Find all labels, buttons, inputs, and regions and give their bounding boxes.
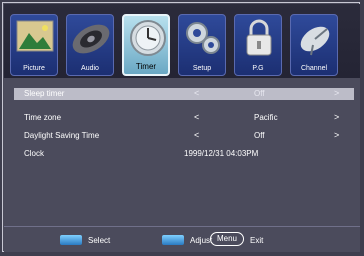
tab-setup[interactable]: Setup	[178, 14, 226, 76]
menu-key-label: Menu	[216, 234, 237, 243]
setting-label: Time zone	[24, 113, 62, 122]
prev-arrow-icon[interactable]: <	[194, 88, 199, 98]
setting-label: Daylight Saving Time	[24, 131, 100, 140]
settings-panel: Sleep timer < Off > Time zone < Pacific …	[4, 78, 360, 226]
select-arrows-icon	[60, 235, 82, 245]
setting-value: Off	[254, 89, 265, 98]
setting-value: Off	[254, 131, 265, 140]
footer-hints: Select Adjust Menu Exit	[4, 226, 360, 252]
tab-label: P.G	[252, 65, 264, 72]
tab-timer[interactable]: Timer	[122, 14, 170, 76]
timer-icon	[130, 20, 166, 56]
setting-label: Sleep timer	[24, 89, 65, 98]
setting-row-time-zone[interactable]: Time zone < Pacific >	[14, 112, 354, 124]
setting-row-sleep-timer[interactable]: Sleep timer < Off >	[14, 88, 354, 100]
menu-tab-bar: Picture Audio Timer Setup P.G Channel	[4, 4, 360, 78]
picture-icon	[16, 20, 54, 52]
prev-arrow-icon[interactable]: <	[194, 112, 199, 122]
tab-audio[interactable]: Audio	[66, 14, 114, 76]
setting-row-daylight-saving-time[interactable]: Daylight Saving Time < Off >	[14, 130, 354, 142]
setup-icon	[186, 22, 220, 54]
tab-label: Setup	[192, 65, 212, 72]
next-arrow-icon[interactable]: >	[334, 112, 339, 122]
next-arrow-icon[interactable]: >	[334, 130, 339, 140]
setting-label: Clock	[24, 149, 45, 158]
audio-icon	[72, 24, 110, 54]
setting-value: Pacific	[254, 113, 278, 122]
tab-picture[interactable]: Picture	[10, 14, 58, 76]
exit-hint: Exit	[250, 236, 264, 245]
tab-parental-guidance[interactable]: P.G	[234, 14, 282, 76]
tv-osd-screen: Picture Audio Timer Setup P.G Channel Sl…	[0, 0, 364, 256]
tab-label: Picture	[23, 65, 45, 72]
adjust-arrows-icon	[162, 235, 184, 245]
tab-label: Channel	[300, 65, 328, 72]
lock-icon	[246, 19, 272, 56]
next-arrow-icon[interactable]: >	[334, 88, 339, 98]
adjust-hint: Adjust	[190, 236, 213, 245]
tab-channel[interactable]: Channel	[290, 14, 338, 76]
prev-arrow-icon[interactable]: <	[194, 130, 199, 140]
satellite-dish-icon	[300, 26, 330, 56]
tab-label: Timer	[135, 62, 157, 71]
menu-key-badge: Menu	[210, 232, 244, 246]
tab-label: Audio	[81, 65, 99, 72]
clock-value: 1999/12/31 04:03PM	[184, 149, 259, 158]
select-hint: Select	[88, 236, 111, 245]
setting-row-clock: Clock 1999/12/31 04:03PM	[14, 148, 354, 160]
